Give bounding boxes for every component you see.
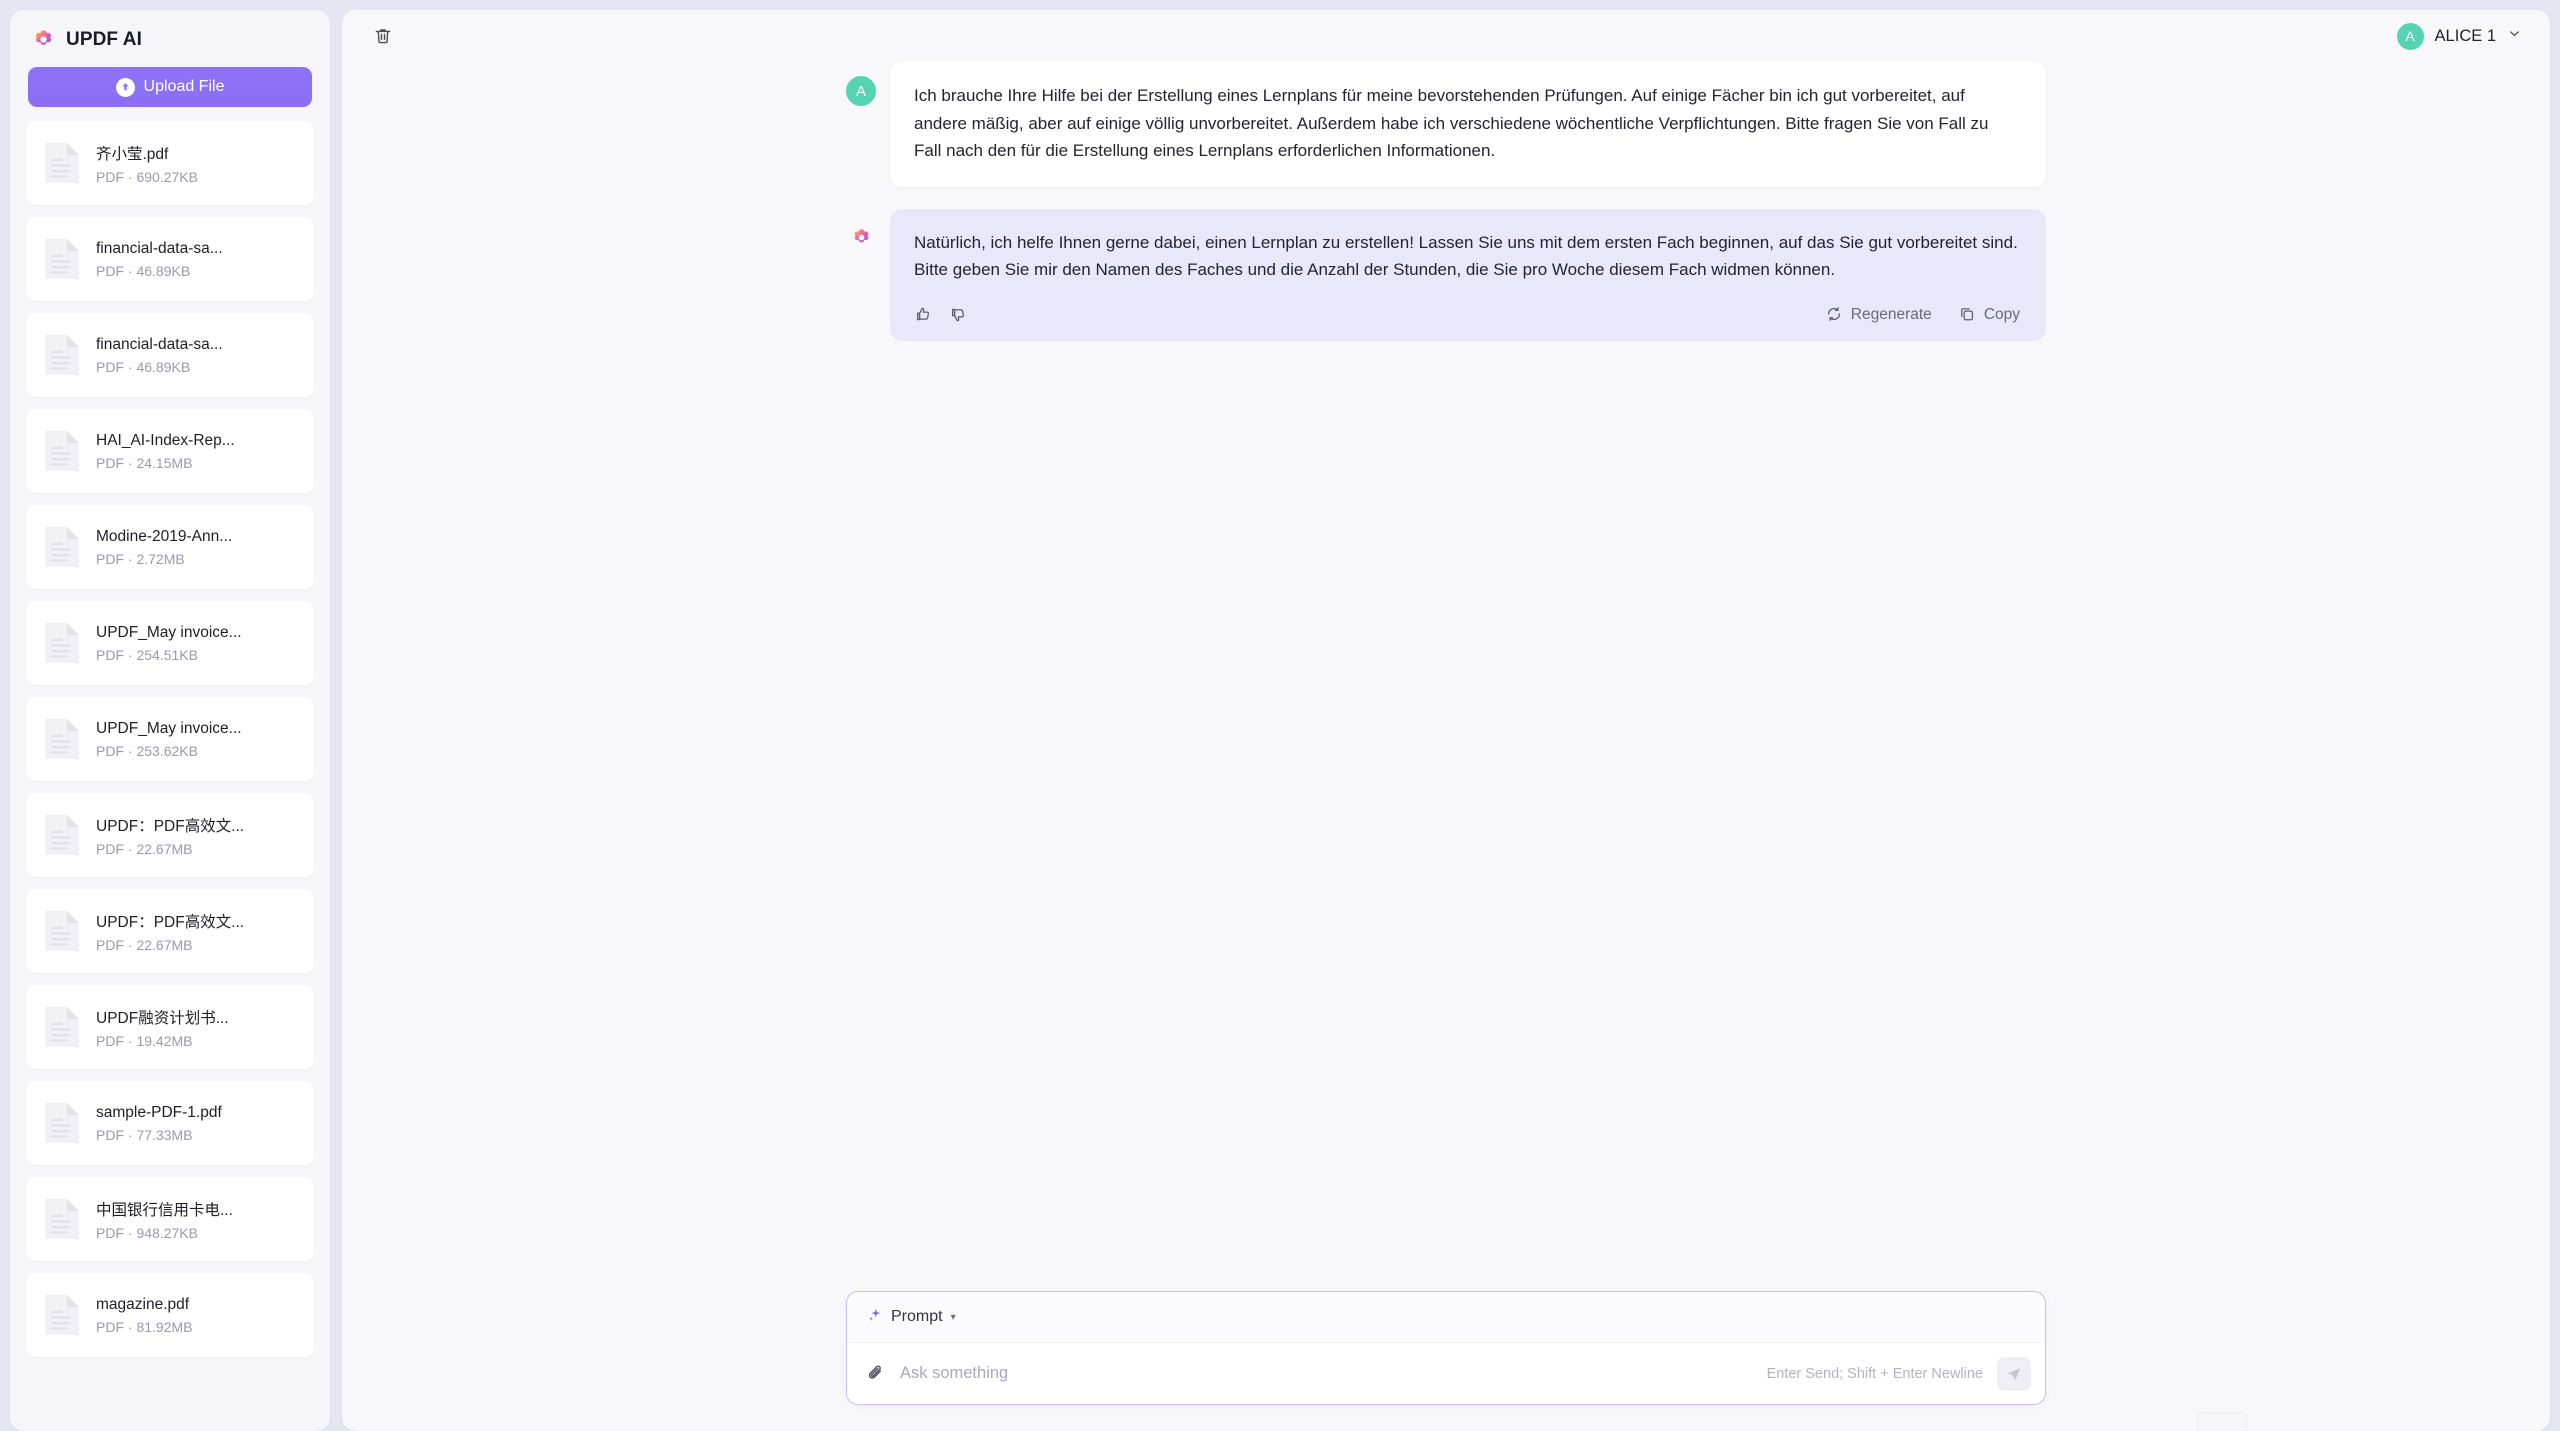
sparkle-icon (867, 1307, 883, 1328)
file-list[interactable]: 齐小莹.pdf PDF · 690.27KB financial-data-sa… (10, 121, 330, 1431)
file-name: financial-data-sa... (96, 239, 223, 257)
upload-file-button[interactable]: Upload File (28, 67, 312, 107)
file-name: UPDF：PDF高效文... (96, 913, 245, 931)
pdf-file-icon (42, 716, 82, 762)
composer-wrap: Prompt ▾ Enter Send; Shift + Enter Newli… (342, 1291, 2550, 1431)
pdf-file-icon (42, 1100, 82, 1146)
file-meta: PDF · 690.27KB (96, 168, 198, 185)
pdf-file-icon (42, 236, 82, 282)
pdf-file-icon (42, 524, 82, 570)
file-card[interactable]: UPDF：PDF高效文... PDF · 22.67MB (26, 889, 314, 973)
send-hint: Enter Send; Shift + Enter Newline (1766, 1365, 1983, 1382)
upload-circle-icon (115, 77, 135, 97)
paperclip-icon[interactable] (865, 1363, 886, 1384)
file-card[interactable]: UPDF：PDF高效文... PDF · 22.67MB (26, 793, 314, 877)
updf-flower-logo-icon (846, 223, 876, 253)
ai-message-row: Natürlich, ich helfe Ihnen gerne dabei, … (846, 208, 2046, 341)
chevron-down-icon: ▾ (950, 1311, 956, 1323)
file-meta: PDF · 254.51KB (96, 646, 198, 663)
file-card[interactable]: sample-PDF-1.pdf PDF · 77.33MB (26, 1081, 314, 1165)
thumbs-up-icon[interactable] (914, 305, 933, 324)
user-message-row: A Ich brauche Ihre Hilfe bei der Erstell… (846, 62, 2046, 187)
pdf-file-icon (42, 1196, 82, 1242)
file-card[interactable]: UPDF_May invoice... PDF · 254.51KB (26, 601, 314, 685)
pdf-file-icon (42, 1292, 82, 1338)
file-name: UPDF_May invoice... (96, 719, 242, 737)
file-meta: PDF · 81.92MB (96, 1318, 193, 1335)
copy-label: Copy (1983, 305, 2020, 323)
thumbs-down-icon[interactable] (949, 305, 968, 324)
file-card[interactable]: financial-data-sa... PDF · 46.89KB (26, 217, 314, 301)
avatar: A (2396, 22, 2424, 50)
pdf-file-icon (42, 1004, 82, 1050)
file-meta: PDF · 46.89KB (96, 358, 191, 375)
regenerate-label: Regenerate (1850, 305, 1932, 323)
pdf-file-icon (42, 140, 82, 186)
file-name: Modine-2019-Ann... (96, 527, 233, 545)
ai-actions: Regenerate Copy (914, 302, 2020, 327)
file-card[interactable]: HAI_AI-Index-Rep... PDF · 24.15MB (26, 409, 314, 493)
file-name: UPDF_May invoice... (96, 623, 242, 641)
send-button[interactable] (1997, 1356, 2031, 1391)
user-menu[interactable]: A ALICE 1 (2391, 19, 2528, 54)
file-meta: PDF · 2.72MB (96, 550, 185, 567)
user-name: ALICE 1 (2434, 26, 2496, 45)
updf-flower-logo-icon (32, 28, 55, 51)
file-name: 中国银行信用卡电... (96, 1201, 233, 1219)
file-name: magazine.pdf (96, 1295, 190, 1313)
file-card[interactable]: 中国银行信用卡电... PDF · 948.27KB (26, 1177, 314, 1261)
bottom-panel-stub (2197, 1412, 2247, 1431)
copy-icon (1958, 305, 1976, 323)
file-name: 齐小莹.pdf (96, 145, 169, 163)
file-name: sample-PDF-1.pdf (96, 1103, 222, 1121)
refresh-icon (1825, 305, 1843, 323)
brand: UPDF AI (10, 10, 330, 61)
brand-title: UPDF AI (66, 28, 142, 50)
composer-input-row: Enter Send; Shift + Enter Newline (847, 1342, 2045, 1404)
file-meta: PDF · 948.27KB (96, 1224, 198, 1241)
app-root: UPDF AI Upload File 齐小莹.pdf PDF · 690.27… (0, 0, 2560, 1431)
pdf-file-icon (42, 620, 82, 666)
file-name: financial-data-sa... (96, 335, 223, 353)
sidebar: UPDF AI Upload File 齐小莹.pdf PDF · 690.27… (10, 10, 330, 1431)
pdf-file-icon (42, 812, 82, 858)
file-name: UPDF融资计划书... (96, 1009, 229, 1027)
pdf-file-icon (42, 908, 82, 954)
trash-icon[interactable] (370, 23, 396, 49)
file-meta: PDF · 24.15MB (96, 454, 193, 471)
ai-message-text: Natürlich, ich helfe Ihnen gerne dabei, … (914, 232, 2018, 280)
ai-message-bubble: Natürlich, ich helfe Ihnen gerne dabei, … (890, 208, 2046, 341)
file-name: UPDF：PDF高效文... (96, 817, 245, 835)
copy-button[interactable]: Copy (1958, 302, 2020, 327)
composer: Prompt ▾ Enter Send; Shift + Enter Newli… (846, 1291, 2046, 1405)
chevron-down-icon (2507, 26, 2522, 46)
file-meta: PDF · 253.62KB (96, 742, 198, 759)
topbar: A ALICE 1 (342, 10, 2550, 62)
file-card[interactable]: UPDF融资计划书... PDF · 19.42MB (26, 985, 314, 1069)
file-card[interactable]: 齐小莹.pdf PDF · 690.27KB (26, 121, 314, 205)
regenerate-button[interactable]: Regenerate (1825, 302, 1932, 327)
prompt-label: Prompt (891, 1308, 943, 1325)
file-card[interactable]: financial-data-sa... PDF · 46.89KB (26, 313, 314, 397)
user-message-bubble: Ich brauche Ihre Hilfe bei der Erstellun… (890, 62, 2046, 187)
chat-area: A Ich brauche Ihre Hilfe bei der Erstell… (342, 62, 2550, 1291)
file-meta: PDF · 46.89KB (96, 262, 191, 279)
file-meta: PDF · 19.42MB (96, 1032, 193, 1049)
file-card[interactable]: Modine-2019-Ann... PDF · 2.72MB (26, 505, 314, 589)
composer-toolbar: Prompt ▾ (847, 1292, 2045, 1342)
user-avatar: A (846, 76, 876, 106)
file-card[interactable]: magazine.pdf PDF · 81.92MB (26, 1273, 314, 1357)
file-name: HAI_AI-Index-Rep... (96, 431, 235, 449)
pdf-file-icon (42, 332, 82, 378)
upload-file-label: Upload File (143, 78, 225, 95)
file-meta: PDF · 77.33MB (96, 1126, 193, 1143)
file-meta: PDF · 22.67MB (96, 936, 193, 953)
file-meta: PDF · 22.67MB (96, 840, 193, 857)
file-card[interactable]: UPDF_May invoice... PDF · 253.62KB (26, 697, 314, 781)
ask-input[interactable] (900, 1364, 1753, 1383)
pdf-file-icon (42, 428, 82, 474)
prompt-selector[interactable]: Prompt ▾ (867, 1307, 956, 1328)
main-panel: A ALICE 1 A Ich brauche Ihre Hilfe bei d… (342, 10, 2550, 1431)
